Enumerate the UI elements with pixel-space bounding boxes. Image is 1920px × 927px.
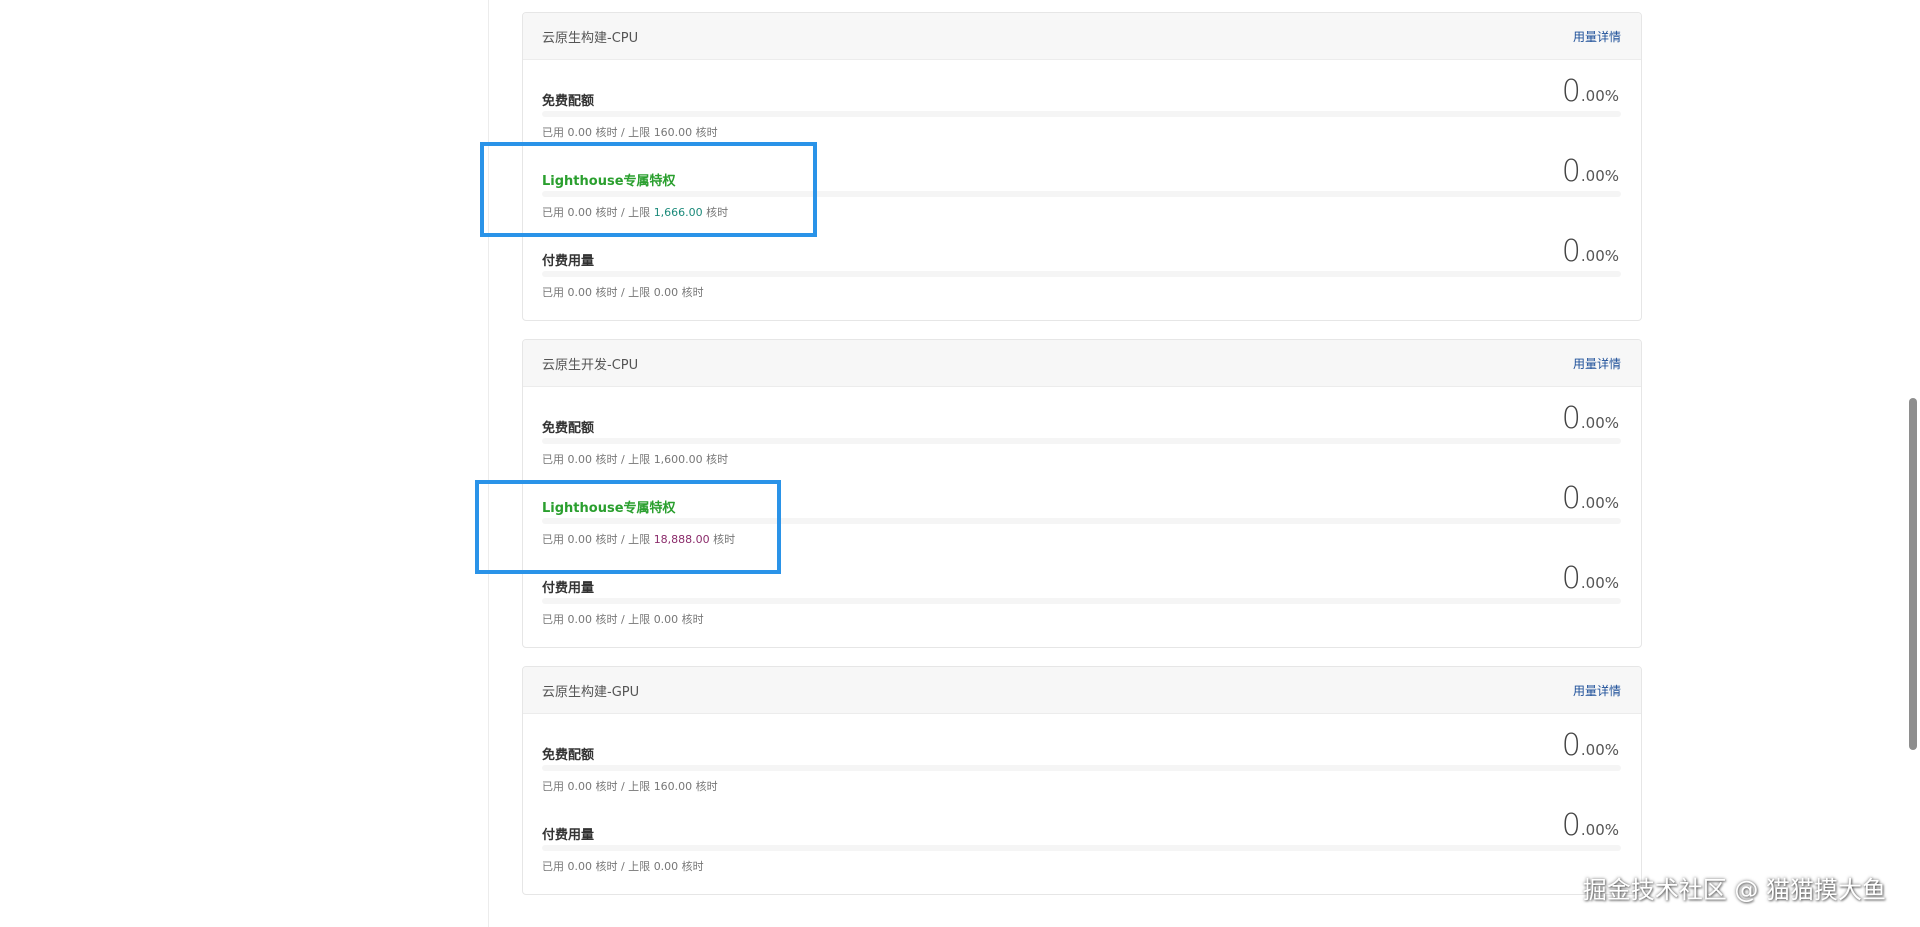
card-title: 云原生构建-GPU <box>542 684 640 700</box>
limit-value: 0.00 <box>653 860 679 873</box>
used-text: 已用 0.00 核时 / 上限 <box>542 780 654 793</box>
quota-detail: 已用 0.00 核时 / 上限 0.00 核时 <box>542 611 704 627</box>
page: 云原生构建-CPU 用量详情 免费配额 0.00% 已用 0.00 核时 / 上… <box>0 0 1920 927</box>
limit-value: 160.00 <box>653 126 693 139</box>
pct-integer: 0 <box>1561 154 1581 189</box>
quota-free: 免费配额 0.00% 已用 0.00 核时 / 上限 160.00 核时 <box>542 718 1621 798</box>
quota-name: 免费配额 <box>542 421 595 436</box>
quota-percentage: 0.00% <box>1562 728 1619 763</box>
vertical-scrollbar[interactable] <box>1906 0 1920 927</box>
card-body: 免费配额 0.00% 已用 0.00 核时 / 上限 160.00 核时 付费用… <box>523 714 1641 894</box>
usage-details-link[interactable]: 用量详情 <box>1573 355 1621 372</box>
quota-percentage: 0.00% <box>1562 154 1619 189</box>
watermark: 掘金技术社区 @ 猫猫摸大鱼 <box>1582 876 1886 904</box>
pct-decimal: .00% <box>1580 87 1619 105</box>
pct-integer: 0 <box>1561 728 1581 763</box>
used-text: 已用 0.00 核时 / 上限 <box>542 126 654 139</box>
unit-text: 核时 <box>678 860 704 873</box>
card-title: 云原生开发-CPU <box>542 357 639 373</box>
limit-value: 1,600.00 <box>653 453 703 466</box>
unit-text: 核时 <box>692 780 718 793</box>
pct-integer: 0 <box>1561 481 1581 516</box>
quota-progress-bar <box>542 765 1621 771</box>
quota-progress-bar <box>542 271 1621 277</box>
quota-percentage: 0.00% <box>1562 401 1619 436</box>
pct-decimal: .00% <box>1580 167 1619 185</box>
highlight-box-dev-lighthouse <box>475 480 781 574</box>
card-header: 云原生构建-GPU 用量详情 <box>523 667 1641 714</box>
pct-decimal: .00% <box>1580 494 1619 512</box>
unit-text: 核时 <box>678 286 704 299</box>
pct-decimal: .00% <box>1580 741 1619 759</box>
unit-text: 核时 <box>692 126 718 139</box>
pct-decimal: .00% <box>1580 821 1619 839</box>
quota-detail: 已用 0.00 核时 / 上限 0.00 核时 <box>542 858 704 874</box>
card-title: 云原生构建-CPU <box>542 30 639 46</box>
pct-integer: 0 <box>1561 234 1581 269</box>
quota-detail: 已用 0.00 核时 / 上限 160.00 核时 <box>542 124 718 140</box>
pct-integer: 0 <box>1561 74 1581 109</box>
quota-percentage: 0.00% <box>1562 234 1619 269</box>
unit-text: 核时 <box>702 453 729 466</box>
limit-value: 160.00 <box>653 780 693 793</box>
limit-value: 0.00 <box>653 286 679 299</box>
quota-name: 付费用量 <box>542 254 595 269</box>
quota-paid: 付费用量 0.00% 已用 0.00 核时 / 上限 0.00 核时 <box>542 798 1621 878</box>
quota-detail: 已用 0.00 核时 / 上限 160.00 核时 <box>542 778 718 794</box>
used-text: 已用 0.00 核时 / 上限 <box>542 286 654 299</box>
pct-decimal: .00% <box>1580 247 1619 265</box>
quota-detail: 已用 0.00 核时 / 上限 1,600.00 核时 <box>542 451 728 467</box>
quota-percentage: 0.00% <box>1562 561 1619 596</box>
quota-free: 免费配额 0.00% 已用 0.00 核时 / 上限 160.00 核时 <box>542 64 1621 144</box>
used-text: 已用 0.00 核时 / 上限 <box>542 613 654 626</box>
quota-percentage: 0.00% <box>1562 481 1619 516</box>
quota-progress-bar <box>542 111 1621 117</box>
quota-name: 付费用量 <box>542 581 595 596</box>
quota-progress-bar <box>542 438 1621 444</box>
limit-value: 0.00 <box>653 613 679 626</box>
pct-decimal: .00% <box>1580 574 1619 592</box>
unit-text: 核时 <box>678 613 704 626</box>
used-text: 已用 0.00 核时 / 上限 <box>542 453 654 466</box>
quota-percentage: 0.00% <box>1562 74 1619 109</box>
scrollbar-thumb[interactable] <box>1909 398 1917 750</box>
card-header: 云原生开发-CPU 用量详情 <box>523 340 1641 387</box>
quota-detail: 已用 0.00 核时 / 上限 0.00 核时 <box>542 284 704 300</box>
quota-name: 免费配额 <box>542 748 595 763</box>
usage-details-link[interactable]: 用量详情 <box>1573 28 1621 45</box>
quota-progress-bar <box>542 845 1621 851</box>
left-divider <box>488 0 489 927</box>
card-header: 云原生构建-CPU 用量详情 <box>523 13 1641 60</box>
highlight-box-build-lighthouse <box>480 142 817 237</box>
quota-percentage: 0.00% <box>1562 808 1619 843</box>
quota-progress-bar <box>542 598 1621 604</box>
quota-name: 免费配额 <box>542 94 595 109</box>
quota-name: 付费用量 <box>542 828 595 843</box>
pct-integer: 0 <box>1561 401 1581 436</box>
quota-free: 免费配额 0.00% 已用 0.00 核时 / 上限 1,600.00 核时 <box>542 391 1621 471</box>
used-text: 已用 0.00 核时 / 上限 <box>542 860 654 873</box>
usage-details-link[interactable]: 用量详情 <box>1573 682 1621 699</box>
pct-integer: 0 <box>1561 561 1581 596</box>
pct-decimal: .00% <box>1580 414 1619 432</box>
usage-card-build-gpu: 云原生构建-GPU 用量详情 免费配额 0.00% 已用 0.00 核时 / 上… <box>522 666 1642 895</box>
pct-integer: 0 <box>1561 808 1581 843</box>
